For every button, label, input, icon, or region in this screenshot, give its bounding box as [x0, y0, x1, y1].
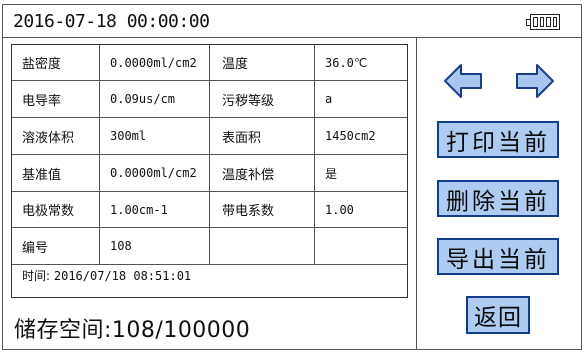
- row-value: a: [325, 92, 333, 106]
- row-label: 电导率: [12, 81, 100, 117]
- row-label: 温度补偿: [210, 155, 315, 191]
- row-label: 带电系数: [210, 192, 315, 227]
- row-value: 是: [325, 166, 338, 181]
- row-value: 1450cm2: [325, 129, 376, 143]
- table-row: 电极常数 1.00cm-1 带电系数 1.00: [12, 192, 407, 228]
- table-row: 盐密度 0.0000ml/cm2 温度 36.0℃: [12, 45, 407, 81]
- row-value: 1.00cm-1: [100, 192, 210, 227]
- storage-space: 储存空间:108/100000: [14, 318, 251, 343]
- row-label: 基准值: [12, 155, 100, 191]
- row-value: 108: [100, 228, 210, 264]
- table-row: 基准值 0.0000ml/cm2 温度补偿是: [12, 155, 407, 192]
- row-value: [315, 228, 407, 264]
- status-bar: 2016-07-18 00:00:00: [3, 5, 581, 38]
- arrow-right-icon[interactable]: [515, 63, 555, 99]
- row-label: [210, 228, 315, 264]
- table-row: 编号 108: [12, 228, 407, 265]
- row-label: 盐密度: [12, 45, 100, 80]
- row-label: 溶液体积: [12, 118, 100, 154]
- panel-divider: [416, 38, 417, 350]
- row-value: 0.0000ml/cm2: [100, 155, 210, 191]
- record-time: 时间: 2016/07/18 08:51:01: [22, 267, 191, 284]
- print-current-button[interactable]: 打印当前: [437, 121, 559, 158]
- record-time-value: 2016/07/18 08:51:01: [53, 269, 192, 283]
- table-row: 溶液体积 300ml 表面积 1450cm2: [12, 118, 407, 155]
- row-value: 1.00: [325, 202, 354, 217]
- row-label: 电极常数: [12, 192, 100, 227]
- row-value: 0.0000ml/cm2: [100, 45, 210, 80]
- export-current-button[interactable]: 导出当前: [437, 238, 559, 275]
- battery-icon: [526, 14, 560, 30]
- back-button[interactable]: 返回: [466, 296, 530, 334]
- row-value: 0.09us/cm: [100, 81, 210, 117]
- row-label: 编号: [12, 228, 100, 264]
- row-value: 300ml: [100, 118, 210, 154]
- row-label: 温度: [210, 45, 315, 80]
- row-label: 表面积: [210, 118, 315, 154]
- row-value: 36.0℃: [325, 55, 368, 70]
- record-time-label: 时间:: [22, 269, 51, 283]
- arrow-left-icon[interactable]: [443, 63, 483, 99]
- table-row: 电导率 0.09us/cm 污秽等级 a: [12, 81, 407, 118]
- record-table: 时间: 2016/07/18 08:51:01 盐密度 0.0000ml/cm2 温…: [11, 44, 408, 298]
- delete-current-button[interactable]: 删除当前: [437, 180, 559, 217]
- datetime-display: 2016-07-18 00:00:00: [13, 11, 210, 32]
- row-label: 污秽等级: [210, 81, 315, 117]
